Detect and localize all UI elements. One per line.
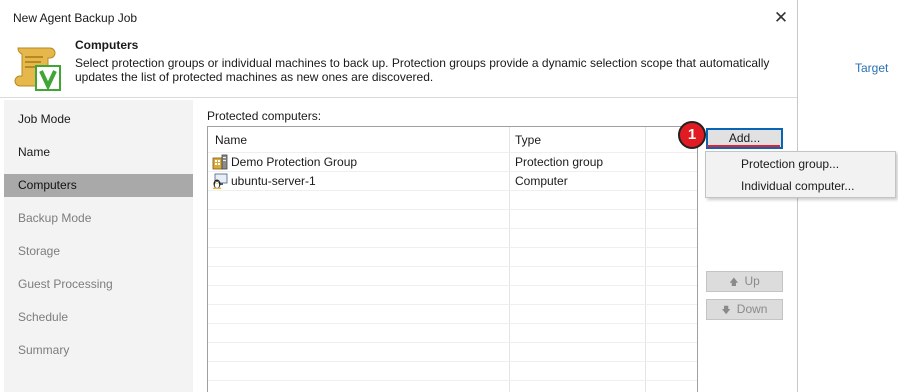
add-dropdown-menu: Protection group... Individual computer.…: [705, 151, 896, 198]
window-title: New Agent Backup Job: [13, 11, 138, 25]
nav-item-job-mode[interactable]: Job Mode: [4, 108, 193, 131]
veeam-job-icon: [14, 47, 61, 91]
column-divider: [509, 127, 510, 392]
protected-computers-label: Protected computers:: [207, 109, 322, 123]
linux-computer-icon: [212, 173, 228, 189]
nav-item-guest-processing: Guest Processing: [18, 277, 113, 291]
column-header-type[interactable]: Type: [515, 133, 541, 147]
row-divider: [208, 266, 697, 267]
header-divider: [0, 97, 797, 98]
title-bar: New Agent Backup Job ✕: [0, 0, 797, 36]
row-divider: [208, 152, 697, 153]
row-divider: [208, 247, 697, 248]
new-agent-backup-job-dialog: New Agent Backup Job ✕ Computers Select …: [0, 0, 798, 392]
up-button[interactable]: 🡅 Up: [706, 271, 783, 292]
up-arrow-icon: 🡅: [729, 277, 739, 287]
down-button[interactable]: 🡇 Down: [706, 299, 783, 320]
highlight-underline: [707, 145, 780, 147]
down-button-label: Down: [736, 302, 768, 316]
row-divider: [208, 228, 697, 229]
menu-item-individual-computer[interactable]: Individual computer...: [741, 179, 854, 193]
column-header-name[interactable]: Name: [215, 133, 247, 147]
wizard-header: Computers Select protection groups or in…: [0, 36, 797, 96]
nav-item-name[interactable]: Name: [4, 141, 193, 164]
nav-item-computers[interactable]: Computers: [4, 174, 193, 197]
column-divider: [645, 127, 646, 392]
close-icon[interactable]: ✕: [770, 8, 792, 28]
row-divider: [208, 380, 697, 381]
nav-item-storage: Storage: [18, 244, 61, 258]
row-divider: [208, 171, 697, 172]
target-link[interactable]: Target: [855, 61, 888, 75]
row-divider: [208, 209, 697, 210]
row-name: ubuntu-server-1: [231, 174, 316, 188]
row-divider: [208, 285, 697, 286]
protection-group-icon: [212, 154, 228, 170]
row-divider: [208, 361, 697, 362]
protected-computers-table[interactable]: Name Type Demo Protection Group Protecti…: [207, 126, 698, 392]
nav-item-summary: Summary: [18, 343, 70, 357]
up-button-label: Up: [744, 274, 760, 288]
wizard-steps-nav: Job Mode Name Computers Backup Mode Stor…: [4, 100, 193, 392]
row-divider: [208, 323, 697, 324]
down-arrow-icon: 🡇: [721, 305, 731, 315]
row-type: Protection group: [515, 155, 604, 169]
row-divider: [208, 342, 697, 343]
nav-item-schedule: Schedule: [18, 310, 69, 324]
row-divider: [208, 304, 697, 305]
step-description: Select protection groups or individual m…: [75, 56, 770, 84]
step-title: Computers: [75, 38, 139, 52]
row-divider: [208, 190, 697, 191]
row-name: Demo Protection Group: [231, 155, 358, 169]
row-type: Computer: [515, 174, 568, 188]
step-badge: 1: [678, 121, 706, 149]
menu-item-protection-group[interactable]: Protection group...: [741, 157, 839, 171]
nav-item-backup-mode: Backup Mode: [18, 211, 92, 225]
